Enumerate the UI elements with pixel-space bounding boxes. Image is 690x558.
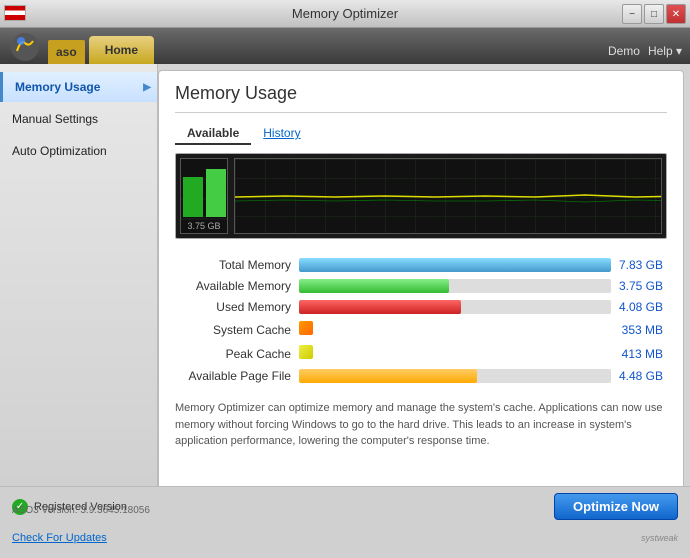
mem-value-system-cache: 353 MB bbox=[615, 319, 667, 340]
mem-label-available: Available Memory bbox=[175, 277, 295, 295]
nav-brand: aso bbox=[48, 40, 85, 64]
mem-value-page-file: 4.48 GB bbox=[615, 367, 667, 385]
mini-chart-label: 3.75 GB bbox=[181, 221, 227, 231]
title-bar: Memory Optimizer − □ ✕ bbox=[0, 0, 690, 28]
main-chart bbox=[234, 158, 662, 234]
mem-value-available: 3.75 GB bbox=[615, 277, 667, 295]
table-row: Available Page File 4.48 GB bbox=[175, 367, 667, 385]
content-tabs: Available History bbox=[175, 123, 667, 145]
sidebar-item-memory-usage[interactable]: Memory Usage ▶ bbox=[0, 72, 157, 102]
window-controls: − □ ✕ bbox=[622, 4, 686, 24]
table-row: Peak Cache 413 MB bbox=[175, 343, 667, 364]
system-cache-icon bbox=[299, 321, 313, 335]
systweak-logo: systweak bbox=[641, 533, 678, 543]
sidebar-label-manual-settings: Manual Settings bbox=[12, 112, 98, 126]
maximize-button[interactable]: □ bbox=[644, 4, 664, 24]
mem-label-peak-cache: Peak Cache bbox=[175, 343, 295, 364]
sidebar-item-manual-settings[interactable]: Manual Settings bbox=[0, 104, 157, 134]
content-panel: Memory Usage Available History 3.75 GB bbox=[158, 70, 684, 486]
minimize-button[interactable]: − bbox=[622, 4, 642, 24]
window-title: Memory Optimizer bbox=[292, 6, 398, 21]
page-title: Memory Usage bbox=[175, 83, 667, 113]
chevron-right-icon: ▶ bbox=[143, 82, 151, 93]
sidebar: Memory Usage ▶ Manual Settings Auto Opti… bbox=[0, 64, 158, 486]
check-updates-link[interactable]: Check For Updates bbox=[12, 532, 107, 544]
mem-value-total: 7.83 GB bbox=[615, 256, 667, 274]
table-row: Available Memory 3.75 GB bbox=[175, 277, 667, 295]
bottom-bar: ✓ Registered Version Optimize Now Check … bbox=[0, 486, 690, 558]
sidebar-label-auto-optimization: Auto Optimization bbox=[12, 144, 107, 158]
flag-icon bbox=[4, 5, 26, 21]
app-icon bbox=[8, 30, 42, 64]
table-row: Used Memory 4.08 GB bbox=[175, 298, 667, 316]
table-row: System Cache 353 MB bbox=[175, 319, 667, 340]
memory-stats-table: Total Memory 7.83 GB Available Memory bbox=[175, 253, 667, 388]
tab-history[interactable]: History bbox=[251, 123, 312, 145]
close-button[interactable]: ✕ bbox=[666, 4, 686, 24]
description-text: Memory Optimizer can optimize memory and… bbox=[175, 400, 667, 450]
nav-bar: aso Home Demo Help ▾ bbox=[0, 28, 690, 64]
mem-label-page-file: Available Page File bbox=[175, 367, 295, 385]
memory-chart-container: 3.75 GB bbox=[175, 153, 667, 239]
help-link[interactable]: Help ▾ bbox=[648, 44, 682, 58]
peak-cache-icon bbox=[299, 345, 313, 359]
mem-label-used: Used Memory bbox=[175, 298, 295, 316]
mem-label-total: Total Memory bbox=[175, 256, 295, 274]
mini-chart: 3.75 GB bbox=[180, 158, 228, 234]
version-text: ASO3 Version: 3.9.3645.18056 bbox=[12, 505, 150, 516]
sidebar-label-memory-usage: Memory Usage bbox=[15, 80, 100, 94]
nav-tab-home[interactable]: Home bbox=[89, 36, 154, 64]
nav-logo bbox=[8, 30, 44, 64]
main-area: Memory Usage ▶ Manual Settings Auto Opti… bbox=[0, 64, 690, 486]
bottom-row-secondary: Check For Updates systweak bbox=[0, 532, 690, 548]
tab-available[interactable]: Available bbox=[175, 123, 251, 145]
mem-label-system-cache: System Cache bbox=[175, 319, 295, 340]
table-row: Total Memory 7.83 GB bbox=[175, 256, 667, 274]
optimize-now-button[interactable]: Optimize Now bbox=[554, 493, 678, 520]
demo-link[interactable]: Demo bbox=[608, 44, 640, 58]
sidebar-item-auto-optimization[interactable]: Auto Optimization bbox=[0, 136, 157, 166]
mem-value-used: 4.08 GB bbox=[615, 298, 667, 316]
mem-value-peak-cache: 413 MB bbox=[615, 343, 667, 364]
nav-links: Demo Help ▾ bbox=[608, 44, 682, 58]
